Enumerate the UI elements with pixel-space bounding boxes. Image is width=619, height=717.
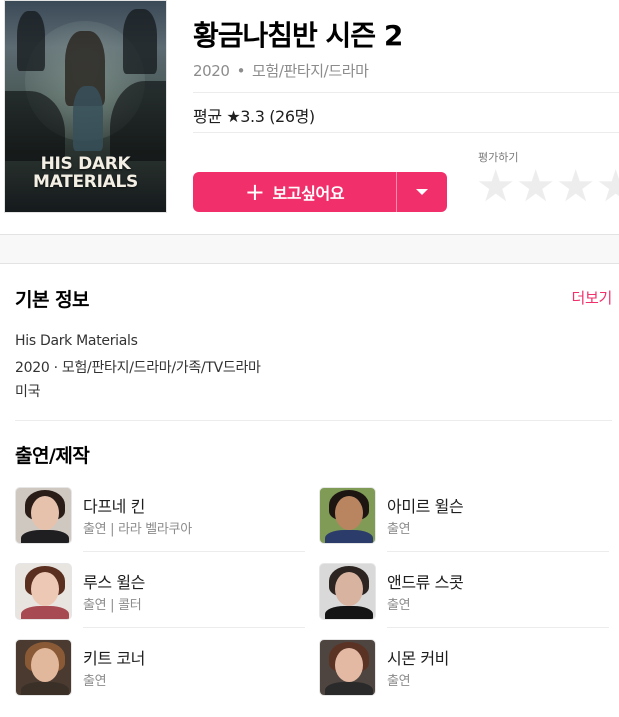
- cast-item[interactable]: 다프네 킨 출연 | 라라 벨라쿠아: [15, 487, 305, 552]
- avatar-face: [31, 648, 59, 682]
- star-icon[interactable]: ★: [476, 165, 516, 209]
- avatar: [319, 563, 376, 620]
- wish-button-label: 보고싶어요: [272, 184, 345, 203]
- more-link[interactable]: 더보기: [571, 287, 612, 308]
- cast-item[interactable]: 시몬 커비 출연: [319, 639, 609, 697]
- person-role: 출연: [387, 522, 411, 537]
- basic-info-title: 기본 정보: [15, 289, 90, 311]
- poster-figure-4: [73, 86, 103, 151]
- cast-item[interactable]: 루스 윌슨 출연 | 콜터: [15, 563, 305, 628]
- avatar-body: [21, 682, 69, 695]
- avatar-face: [31, 496, 59, 530]
- poster-title: HIS DARK MATERIALS: [5, 155, 166, 191]
- person-name: 다프네 킨: [83, 497, 145, 516]
- divider: [387, 627, 609, 628]
- avatar: [319, 639, 376, 696]
- person-role: 출연 | 라라 벨라쿠아: [83, 522, 192, 537]
- person-role: 출연 | 콜터: [83, 598, 142, 613]
- avatar-body: [21, 530, 69, 543]
- chevron-down-icon: [416, 189, 428, 195]
- divider: [15, 420, 612, 421]
- content-meta: 2020 • 모험/판타지/드라마: [193, 60, 369, 81]
- avatar: [15, 563, 72, 620]
- star-icon[interactable]: ★: [556, 165, 596, 209]
- divider: [83, 551, 305, 552]
- cast-item[interactable]: 앤드류 스콧 출연: [319, 563, 609, 628]
- section-spacer: [0, 234, 619, 264]
- cast-item[interactable]: 아미르 윌슨 출연: [319, 487, 609, 552]
- avatar-face: [31, 572, 59, 606]
- person-name: 아미르 윌슨: [387, 497, 464, 516]
- poster-image[interactable]: HIS DARK MATERIALS: [4, 0, 167, 213]
- wish-button[interactable]: + 보고싶어요: [193, 172, 396, 212]
- star-icon[interactable]: ★: [516, 165, 556, 209]
- poster-figure-1: [17, 11, 45, 71]
- divider: [387, 551, 609, 552]
- avatar-body: [325, 682, 373, 695]
- person-name: 앤드류 스콧: [387, 573, 464, 592]
- avatar: [319, 487, 376, 544]
- cast-item[interactable]: 키트 코너 출연: [15, 639, 305, 697]
- wish-button-group: + 보고싶어요: [193, 172, 447, 212]
- page-title: 황금나침반 시즌 2: [193, 19, 403, 52]
- avatar-face: [335, 572, 363, 606]
- person-role: 출연: [83, 674, 107, 689]
- original-title: His Dark Materials: [15, 333, 138, 349]
- divider: [193, 132, 619, 133]
- average-rating: 평균 ★3.3 (26명): [193, 107, 315, 126]
- plus-icon: +: [244, 178, 265, 206]
- poster-figure-3: [123, 9, 157, 74]
- avatar-face: [335, 496, 363, 530]
- avatar: [15, 639, 72, 696]
- star-icon[interactable]: ★: [596, 165, 619, 209]
- person-name: 키트 코너: [83, 649, 145, 668]
- divider: [193, 92, 619, 93]
- poster-title-line1: HIS DARK: [40, 154, 131, 174]
- person-role: 출연: [387, 598, 411, 613]
- meta-separator: •: [236, 62, 246, 80]
- info-details: 2020 · 모험/판타지/드라마/가족/TV드라마: [15, 360, 261, 376]
- poster-title-line2: MATERIALS: [33, 172, 138, 192]
- year: 2020: [193, 62, 230, 80]
- avatar-face: [335, 648, 363, 682]
- genres: 모험/판타지/드라마: [252, 62, 369, 80]
- person-name: 시몬 커비: [387, 649, 449, 668]
- star-rating[interactable]: ★ ★ ★ ★: [476, 165, 619, 209]
- cast-title: 출연/제작: [15, 445, 90, 467]
- avatar-body: [325, 530, 373, 543]
- person-role: 출연: [387, 674, 411, 689]
- content-header: HIS DARK MATERIALS 황금나침반 시즌 2 2020 • 모험/판타…: [0, 0, 619, 234]
- wish-dropdown-button[interactable]: [397, 172, 447, 212]
- person-name: 루스 윌슨: [83, 573, 145, 592]
- avatar: [15, 487, 72, 544]
- country: 미국: [15, 384, 41, 400]
- avatar-body: [21, 606, 69, 619]
- divider: [83, 627, 305, 628]
- avatar-body: [325, 606, 373, 619]
